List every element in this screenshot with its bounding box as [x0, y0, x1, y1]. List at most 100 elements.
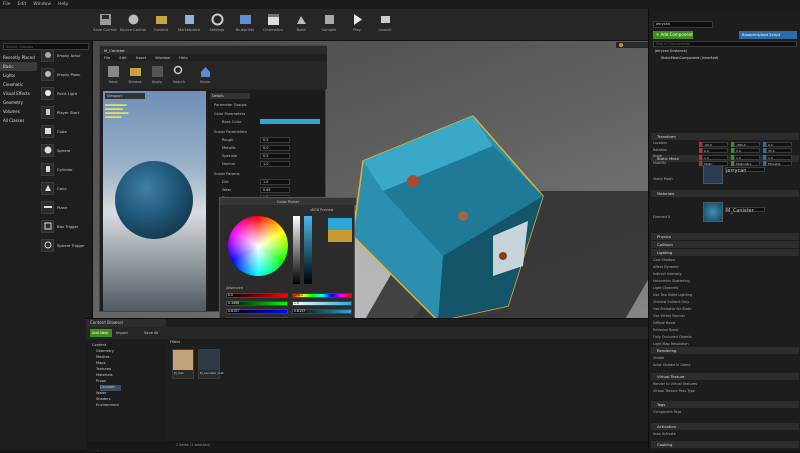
- transform-x-field[interactable]: -90.0: [702, 141, 728, 147]
- transform-z-field[interactable]: 35.0: [766, 148, 792, 153]
- tree-node[interactable]: Environment: [96, 403, 119, 409]
- component-search-input[interactable]: Search Components: [653, 41, 797, 47]
- transform-x-field[interactable]: Static: [702, 161, 728, 166]
- root-component[interactable]: jerrycan (Instance): [655, 49, 687, 55]
- launch-button[interactable]: Launch: [370, 11, 400, 39]
- red-slider[interactable]: [226, 293, 288, 298]
- collision-section[interactable]: Collision: [651, 241, 799, 248]
- compile-button[interactable]: Compile: [314, 11, 344, 39]
- asset-tile[interactable]: M_Canister_Inst: [198, 349, 224, 379]
- source-control-button[interactable]: Source Control: [118, 11, 148, 39]
- category-lights[interactable]: Lights: [0, 71, 37, 80]
- scalar-value[interactable]: 0.0: [260, 145, 290, 151]
- base-color-swatch[interactable]: [260, 119, 320, 124]
- filters-button[interactable]: Filters: [170, 340, 190, 346]
- category-geometry[interactable]: Geometry: [0, 98, 37, 107]
- save-current-button[interactable]: Save Current: [90, 11, 120, 39]
- category-basic[interactable]: Basic: [0, 62, 37, 71]
- category-visual-effects[interactable]: Visual Effects: [0, 89, 37, 98]
- add-component-button[interactable]: + Add Component: [653, 31, 693, 39]
- asset-tile[interactable]: M_Can: [172, 349, 194, 379]
- place-item-sphere[interactable]: Sphere: [37, 141, 93, 159]
- place-item-empty-actor[interactable]: Empty Actor: [37, 46, 93, 64]
- transform-x-field[interactable]: 0.0: [702, 148, 728, 153]
- scalar-value[interactable]: 0.65: [260, 187, 290, 193]
- me-menu-edit[interactable]: Edit: [119, 55, 126, 60]
- import-button[interactable]: Import: [116, 329, 138, 337]
- materials-section[interactable]: Materials: [651, 190, 799, 197]
- jerrycan-mesh[interactable]: [343, 106, 553, 321]
- add-new-button[interactable]: Add New: [90, 329, 112, 337]
- material-picker[interactable]: M_Canister: [725, 207, 765, 214]
- color-wheel[interactable]: [228, 216, 288, 276]
- category-cinematic[interactable]: Cinematic: [0, 80, 37, 89]
- place-item-cylinder[interactable]: Cylinder: [37, 160, 93, 178]
- transform-y-field[interactable]: Stationary: [734, 161, 760, 166]
- blueprint-script-button[interactable]: Blueprint/Add Script: [739, 31, 797, 39]
- cinematics-button[interactable]: Cinematics: [258, 11, 288, 39]
- scalar2-group-label[interactable]: Scalar Params: [214, 170, 240, 177]
- saturation-slider[interactable]: [292, 301, 352, 306]
- static-mesh-component[interactable]: StaticMeshComponent (Inherited): [661, 56, 718, 62]
- transform-z-field[interactable]: 0.0: [766, 141, 792, 147]
- lighting-section[interactable]: Lighting: [651, 249, 799, 256]
- transform-y-field[interactable]: 0.0: [734, 148, 760, 153]
- transform-x-field[interactable]: 1.0: [702, 154, 728, 160]
- viewport-options-icon[interactable]: [616, 41, 648, 49]
- scalar-value[interactable]: 0.5: [260, 153, 290, 159]
- menu-help[interactable]: Help: [58, 2, 68, 7]
- material-editor-tab[interactable]: M_Canister: [100, 46, 327, 54]
- transform-z-field[interactable]: 1.0: [766, 154, 792, 160]
- material-thumbnail[interactable]: [703, 202, 723, 222]
- actor-name-input[interactable]: jerrycan: [653, 21, 713, 28]
- me-menu-window[interactable]: Window: [155, 55, 170, 60]
- blueprints-button[interactable]: Blueprints: [230, 11, 260, 39]
- category-recently-placed[interactable]: Recently Placed: [0, 53, 37, 62]
- saturation-bar[interactable]: [293, 216, 300, 284]
- me-menu-help[interactable]: Help: [179, 55, 188, 60]
- srgb-preview-label[interactable]: sRGB Preview: [310, 208, 333, 212]
- me-home-button[interactable]: Home: [194, 63, 216, 91]
- place-item-point-light[interactable]: Point Light: [37, 84, 93, 102]
- build-button[interactable]: Build: [286, 11, 316, 39]
- preview-tab[interactable]: Viewport: [105, 93, 145, 99]
- cooking-section[interactable]: Cooking: [651, 441, 799, 448]
- advanced-toggle[interactable]: Advanced: [226, 286, 243, 290]
- me-menu-file[interactable]: File: [104, 55, 110, 60]
- me-menu-asset[interactable]: Asset: [136, 55, 146, 60]
- transform-y-field[interactable]: 1.0: [734, 154, 760, 160]
- virtual-texture-section[interactable]: Virtual Texture: [651, 373, 799, 380]
- material-preview-viewport[interactable]: Viewport ■■■■■■■■■■■■ ■■■■■■■■■■ ■■■■■■■■■…: [103, 91, 206, 311]
- place-item-box-trigger[interactable]: Box Trigger: [37, 217, 93, 235]
- content-browser-tab[interactable]: Content Browser: [86, 319, 166, 327]
- details-tab[interactable]: Details: [210, 93, 250, 99]
- transform-section[interactable]: Transform: [651, 133, 799, 140]
- scalar-value[interactable]: 0.5: [260, 137, 290, 143]
- category-all-classes[interactable]: All Classes: [0, 116, 37, 125]
- me-browse-button[interactable]: Browse: [124, 63, 146, 91]
- value-bar[interactable]: [304, 216, 312, 284]
- me-apply-button[interactable]: Apply: [146, 63, 168, 91]
- rendering-section[interactable]: Rendering: [651, 347, 799, 354]
- menu-file[interactable]: File: [3, 2, 11, 7]
- menu-edit[interactable]: Edit: [18, 2, 27, 7]
- place-item-cube[interactable]: Cube: [37, 122, 93, 140]
- color-group-label[interactable]: Color Parameters: [214, 110, 245, 117]
- content-button[interactable]: Content: [146, 11, 176, 39]
- static-mesh-picker[interactable]: jerrycan: [725, 167, 765, 174]
- marketplace-button[interactable]: Marketplace: [174, 11, 204, 39]
- place-item-cone[interactable]: Cone: [37, 179, 93, 197]
- me-search-button[interactable]: Search: [168, 63, 190, 91]
- scalar-value[interactable]: 1.0: [260, 161, 290, 167]
- place-item-player-start[interactable]: Player Start: [37, 103, 93, 121]
- place-item-empty-pawn[interactable]: Empty Pawn: [37, 65, 93, 83]
- static-mesh-thumbnail[interactable]: [703, 164, 723, 184]
- menu-window[interactable]: Window: [33, 2, 51, 7]
- place-item-plane[interactable]: Plane: [37, 198, 93, 216]
- physics-section[interactable]: Physics: [651, 233, 799, 240]
- category-volumes[interactable]: Volumes: [0, 107, 37, 116]
- play-button[interactable]: Play: [342, 11, 372, 39]
- tags-section[interactable]: Tags: [651, 401, 799, 408]
- transform-z-field[interactable]: Movable: [766, 161, 792, 166]
- scalar-group-label[interactable]: Scalar Parameters: [214, 128, 247, 135]
